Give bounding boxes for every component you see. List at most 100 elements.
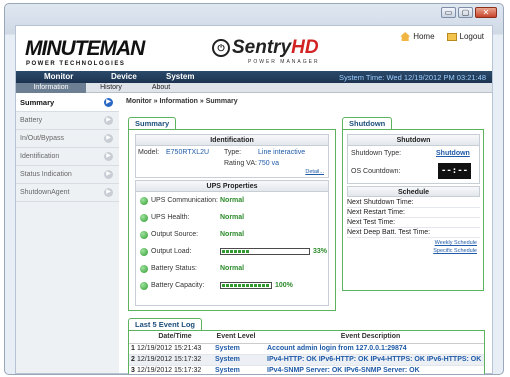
type-value: Line interactive [258, 149, 306, 156]
page: ▭ ▢ ✕ MINUTEMAN POWER TECHNOLOGIES ⏻ Sen… [0, 0, 510, 377]
sidebar-item-in-out-bypass[interactable]: In/Out/Bypass ▶ [16, 130, 119, 148]
shutdown-type-label: Shutdown Type: [351, 150, 402, 157]
power-manager-text: POWER MANAGER [248, 59, 320, 65]
model-label: Model: [138, 149, 160, 156]
output-load-value: 33% [313, 248, 328, 255]
shutdown-panel: Shutdown Shutdown Type: Shutdown OS Coun… [342, 129, 484, 291]
event-log-panel: Date/Time Event Level Event Description … [128, 330, 485, 374]
status-ok-icon [140, 282, 148, 290]
maximize-button[interactable]: ▢ [458, 7, 473, 18]
weekly-schedule-link[interactable]: Weekly Schedule [435, 240, 477, 246]
next-restart-row: Next Restart Time: [347, 209, 480, 218]
shutdown-type-link[interactable]: Shutdown [436, 150, 470, 157]
ev-datetime: 12/19/2012 15:21:43 [135, 343, 215, 355]
battery-capacity-value: 100% [275, 282, 293, 289]
arrow-right-icon: ▶ [104, 170, 113, 179]
output-source-value: Normal [220, 231, 245, 238]
sidebar: Summary ▶ Battery ▶ In/Out/Bypass ▶ Identif… [16, 94, 119, 373]
col-description: Event Description [257, 331, 484, 344]
battery-capacity-bar [220, 282, 272, 289]
top-links: Home Logout [400, 32, 484, 41]
tab-about[interactable]: About [136, 83, 186, 93]
ev-datetime: 12/19/2012 15:17:32 [135, 354, 215, 366]
ups-communication-value: Normal [220, 197, 245, 204]
ups-health-label: UPS Health: [151, 214, 190, 221]
sidebar-item-identification[interactable]: Identification ▶ [16, 148, 119, 166]
sidebar-item-label: In/Out/Bypass [20, 135, 64, 142]
system-time: System Time: Wed 12/19/2012 PM 03:21:48 [338, 73, 486, 82]
sidebar-item-label: Summary [20, 98, 55, 107]
next-deep-test-row: Next Deep Batt. Test Time: [347, 229, 480, 238]
status-ok-icon [140, 197, 148, 205]
battery-capacity-fill [222, 284, 270, 287]
type-label: Type: [224, 149, 242, 156]
ev-level: System [215, 365, 257, 374]
detail-link[interactable]: Detail... [305, 169, 324, 175]
nav-system[interactable]: System [166, 72, 194, 81]
summary-panel: Identification Model: E750RTXL2U Type: L… [128, 129, 336, 311]
ev-level: System [215, 343, 257, 355]
ups-communication-label: UPS Communication: [151, 197, 218, 204]
shutdown-title: Shutdown [348, 135, 479, 146]
logout-icon [446, 32, 457, 41]
nav-device[interactable]: Device [111, 72, 137, 81]
sidebar-item-shutdown-agent[interactable]: ShutdownAgent ▶ [16, 184, 119, 202]
close-button[interactable]: ✕ [475, 7, 497, 18]
rating-value: 750 va [258, 160, 280, 167]
output-load-bar [220, 248, 310, 255]
table-row: 1 12/19/2012 15:21:43 System Account admin … [129, 343, 484, 355]
home-link[interactable]: Home [400, 32, 435, 41]
next-shutdown-row: Next Shutdown Time: [347, 199, 480, 208]
minuteman-logo-sub: POWER TECHNOLOGIES [26, 61, 126, 67]
breadcrumb: Monitor » Information » Summary [126, 98, 238, 105]
table-header-row: Date/Time Event Level Event Description [129, 331, 484, 344]
os-countdown-display: --:-- [438, 163, 471, 179]
window-controls: ▭ ▢ ✕ [441, 7, 497, 18]
logout-link[interactable]: Logout [446, 32, 484, 41]
table-row: 2 12/19/2012 15:17:32 System IPv4-HTTP: OK … [129, 354, 484, 366]
sentryhd-logo: ⏻ Sentry HD [212, 37, 319, 59]
sidebar-item-label: Status Indication [20, 171, 72, 178]
ups-health-value: Normal [220, 214, 245, 221]
table-row: 3 12/19/2012 15:17:32 System IPv4-SNMP Serv… [129, 365, 484, 374]
home-icon [400, 32, 411, 41]
model-value: E750RTXL2U [166, 149, 210, 156]
ev-datetime: 12/19/2012 15:17:32 [135, 365, 215, 374]
status-ok-icon [140, 248, 148, 256]
sidebar-item-label: Battery [20, 117, 43, 124]
power-icon: ⏻ [212, 39, 230, 57]
home-label: Home [413, 32, 435, 41]
identification-title: Identification [136, 135, 328, 146]
arrow-right-icon: ▶ [104, 152, 113, 161]
specific-schedule-link[interactable]: Specific Schedule [433, 248, 477, 254]
app-canvas: MINUTEMAN POWER TECHNOLOGIES ⏻ Sentry HD … [15, 25, 493, 374]
identification-box: Identification Model: E750RTXL2U Type: L… [135, 134, 329, 178]
output-load-fill [222, 250, 251, 253]
output-source-label: Output Source: [151, 231, 199, 238]
sentry-text: Sentry [232, 37, 292, 58]
main-nav: Monitor Device System System Time: Wed 1… [16, 71, 492, 83]
tab-information[interactable]: Information [16, 83, 86, 93]
arrow-right-icon: ▶ [104, 116, 113, 125]
sidebar-item-status-indication[interactable]: Status Indication ▶ [16, 166, 119, 184]
output-load-label: Output Load: [151, 248, 192, 255]
os-countdown-label: OS Countdown: [351, 168, 401, 175]
minuteman-logo: MINUTEMAN [25, 37, 145, 60]
sidebar-item-summary[interactable]: Summary ▶ [16, 94, 119, 112]
sidebar-item-battery[interactable]: Battery ▶ [16, 112, 119, 130]
battery-status-value: Normal [220, 265, 245, 272]
arrow-right-icon: ▶ [104, 134, 113, 143]
col-level: Event Level [215, 331, 257, 344]
tab-history[interactable]: History [86, 83, 136, 93]
minimize-button[interactable]: ▭ [441, 7, 456, 18]
status-ok-icon [140, 214, 148, 222]
battery-status-label: Battery Status: [151, 265, 197, 272]
next-test-row: Next Test Time: [347, 219, 480, 228]
nav-monitor[interactable]: Monitor [44, 72, 73, 81]
schedule-box: Schedule Next Shutdown Time: Next Restar… [347, 186, 480, 286]
event-log-table: Date/Time Event Level Event Description … [129, 331, 484, 374]
ev-no: 3 [129, 365, 135, 374]
rating-label: Rating VA: [224, 160, 257, 167]
arrow-right-icon: ▶ [104, 188, 113, 197]
schedule-title: Schedule [347, 186, 480, 197]
